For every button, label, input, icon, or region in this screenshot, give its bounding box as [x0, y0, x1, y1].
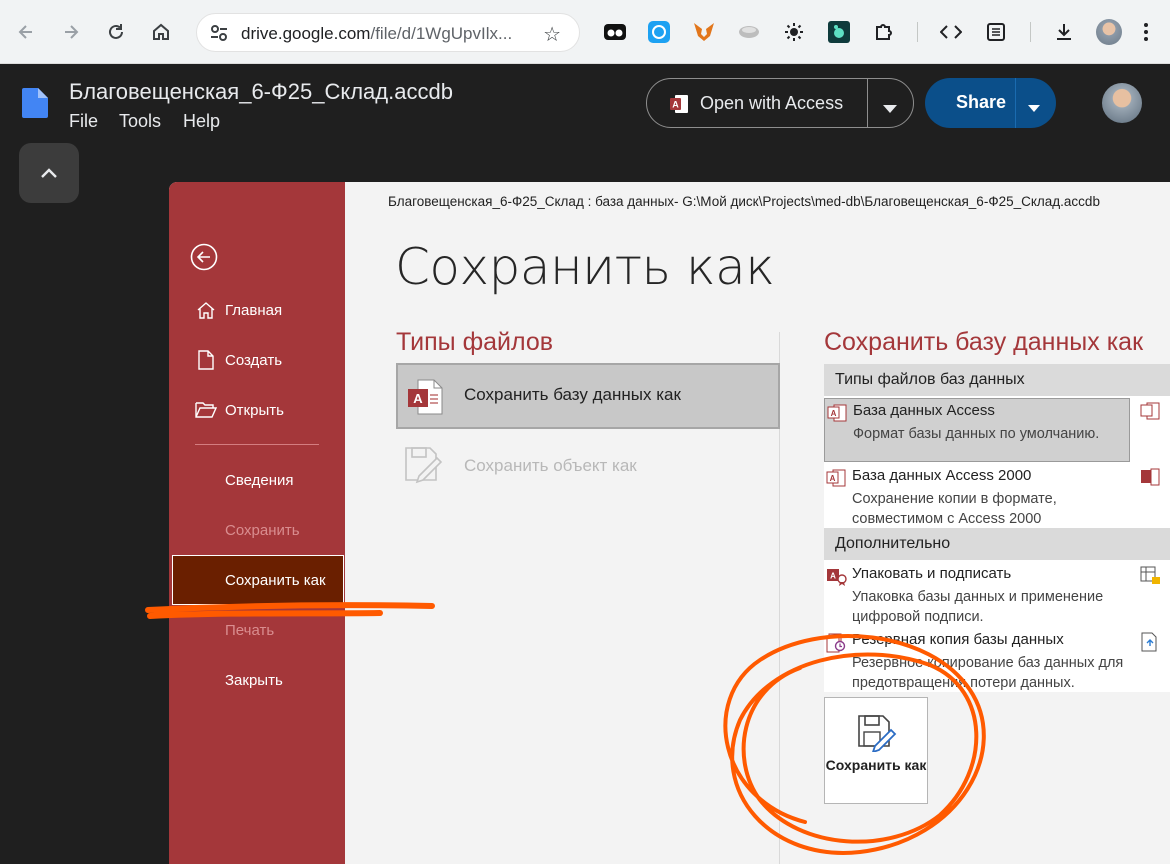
- backstage-nav: Главная Создать Открыть Сведения Сохрани…: [169, 182, 345, 864]
- nav-save-as[interactable]: Сохранить как: [172, 555, 344, 605]
- nav-home[interactable]: Главная: [195, 299, 282, 321]
- collapse-button[interactable]: [19, 143, 79, 203]
- access-file-icon: [1140, 468, 1160, 491]
- package-sign-icon: A: [826, 567, 848, 592]
- site-settings-icon[interactable]: [209, 24, 229, 47]
- svg-text:A: A: [830, 474, 836, 483]
- page-title: Сохранить как: [395, 238, 775, 296]
- save-as-button[interactable]: Сохранить как: [824, 697, 928, 804]
- nav-info[interactable]: Сведения: [225, 472, 294, 489]
- url-text: drive.google.com/file/d/1WgUpvIlx...: [241, 24, 513, 43]
- code-icon[interactable]: [939, 20, 963, 44]
- backup-icon: [826, 633, 848, 658]
- bookmark-star-icon[interactable]: ☆: [543, 22, 561, 47]
- account-avatar[interactable]: [1102, 83, 1142, 123]
- advanced-header: Дополнительно: [824, 528, 1170, 560]
- access-window: Главная Создать Открыть Сведения Сохрани…: [169, 182, 1170, 864]
- save-database-as-option[interactable]: A Сохранить базу данных как: [396, 363, 780, 429]
- nav-create[interactable]: Создать: [195, 349, 282, 371]
- access-file-icon: A: [827, 404, 847, 427]
- reading-list-icon[interactable]: [984, 20, 1008, 44]
- home-icon[interactable]: [147, 18, 175, 46]
- menu-icon[interactable]: [1136, 20, 1156, 44]
- file-types-heading: Типы файлов: [396, 328, 554, 356]
- svg-text:A: A: [413, 391, 423, 406]
- svg-text:A: A: [831, 409, 837, 418]
- access-file-icon: [1140, 402, 1160, 425]
- file-title: Благовещенская_6-Ф25_Склад.accdb: [69, 79, 453, 104]
- db-file-types-header: Типы файлов баз данных: [824, 364, 1170, 396]
- download-icon[interactable]: [1052, 20, 1076, 44]
- puzzle-icon[interactable]: [872, 20, 896, 44]
- menu-help[interactable]: Help: [183, 111, 220, 132]
- extension-icon[interactable]: [737, 20, 761, 44]
- metamask-icon[interactable]: [692, 20, 716, 44]
- svg-text:A: A: [830, 572, 836, 581]
- nav-close[interactable]: Закрыть: [225, 672, 283, 689]
- access-icon: A: [669, 94, 689, 119]
- save-db-as-heading: Сохранить базу данных как: [824, 328, 1144, 356]
- access-2000-format[interactable]: A База данных Access 2000 Сохранение коп…: [824, 464, 1130, 528]
- nav-open[interactable]: Открыть: [195, 399, 284, 421]
- database-file-types-panel: Типы файлов баз данных A База данных Acc…: [824, 364, 1170, 692]
- share-button[interactable]: Share: [925, 78, 1056, 128]
- folder-open-icon: [195, 399, 217, 421]
- nav-print: Печать: [225, 622, 275, 639]
- reload-icon[interactable]: [102, 18, 130, 46]
- menu-tools[interactable]: Tools: [119, 111, 161, 132]
- browser-toolbar: drive.google.com/file/d/1WgUpvIlx... ☆: [0, 0, 1170, 64]
- chevron-up-icon: [41, 168, 57, 178]
- back-icon[interactable]: [12, 18, 40, 46]
- extension-icon[interactable]: [647, 20, 671, 44]
- save-object-icon: [403, 444, 443, 491]
- chevron-down-icon[interactable]: [1028, 99, 1040, 117]
- access-database-format[interactable]: A База данных Access Формат базы данных …: [824, 398, 1130, 462]
- address-bar[interactable]: drive.google.com/file/d/1WgUpvIlx... ☆: [196, 13, 580, 52]
- save-as-icon: [857, 712, 897, 757]
- locked-table-icon: [1140, 566, 1162, 591]
- new-document-icon: [195, 349, 217, 371]
- access-database-icon: A: [406, 377, 446, 422]
- backup-database-option[interactable]: Резервная копия базы данных Резервное ко…: [824, 628, 1130, 692]
- database-path: Благовещенская_6-Ф25_Склад : база данных…: [388, 194, 1100, 209]
- package-and-sign-option[interactable]: A Упаковать и подписать Упаковка базы да…: [824, 562, 1130, 626]
- menu-file[interactable]: File: [69, 111, 98, 132]
- toolbar-divider: [917, 22, 918, 42]
- toolbar-divider: [1030, 22, 1031, 42]
- back-arrow-icon[interactable]: [190, 243, 218, 276]
- home-icon: [195, 299, 217, 321]
- extension-icon[interactable]: [603, 20, 627, 44]
- forward-icon[interactable]: [57, 18, 85, 46]
- profile-avatar[interactable]: [1096, 19, 1122, 45]
- file-type-icon: [22, 88, 48, 118]
- access-file-icon: A: [826, 469, 846, 492]
- open-with-access-button[interactable]: A Open with Access: [646, 78, 914, 128]
- nav-divider: [195, 444, 319, 445]
- extension-icon[interactable]: [827, 20, 851, 44]
- nav-save: Сохранить: [225, 522, 300, 539]
- svg-text:A: A: [672, 100, 679, 110]
- chevron-down-icon[interactable]: [883, 100, 897, 118]
- sun-icon[interactable]: [782, 20, 806, 44]
- save-object-as-option: Сохранить объект как: [403, 444, 773, 488]
- share-document-icon: [1140, 632, 1162, 657]
